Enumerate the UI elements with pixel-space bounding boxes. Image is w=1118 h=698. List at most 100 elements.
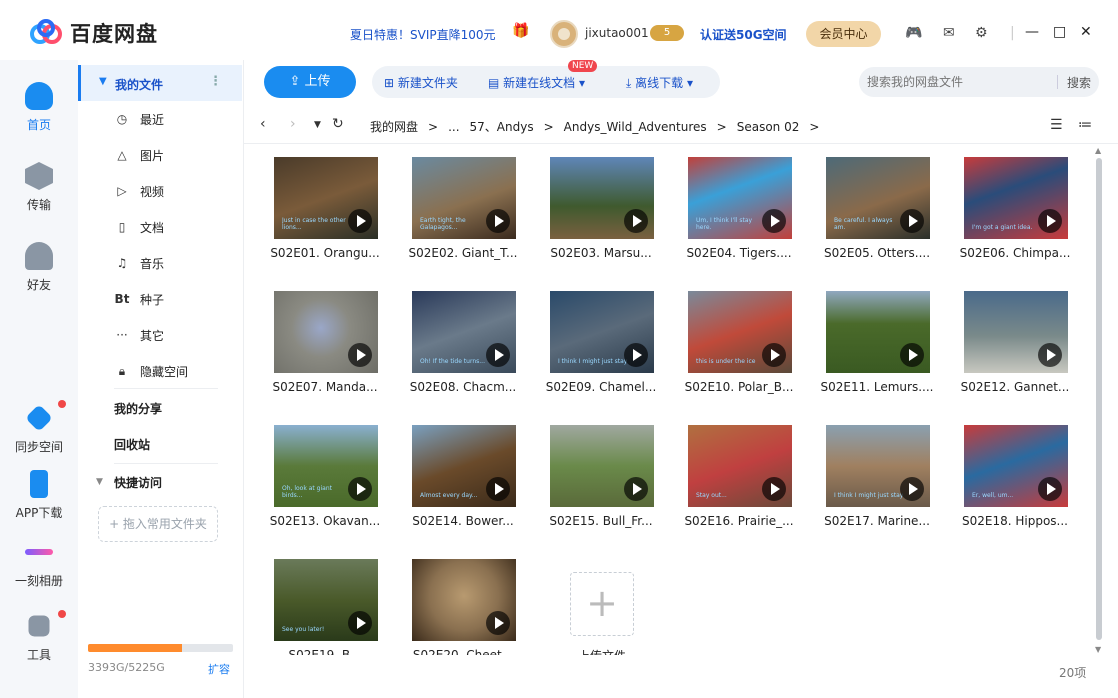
breadcrumb-item[interactable]: 57、Andys bbox=[470, 118, 534, 135]
play-icon[interactable] bbox=[348, 209, 372, 233]
vip-center-button[interactable]: 会员中心 bbox=[806, 21, 881, 47]
new-online-doc-button[interactable]: ▤ 新建在线文档 ▾ bbox=[488, 74, 585, 91]
file-name[interactable]: S02E03. Marsu... bbox=[542, 246, 660, 260]
video-thumbnail[interactable] bbox=[826, 291, 930, 373]
play-icon[interactable] bbox=[1038, 209, 1062, 233]
plus-icon[interactable]: + bbox=[570, 572, 634, 636]
rail-item-home[interactable]: 首页 bbox=[0, 82, 78, 133]
nav-item-recent[interactable]: ◷ 最近 bbox=[114, 109, 234, 129]
rail-item-app-download[interactable]: APP下载 bbox=[0, 470, 78, 521]
video-thumbnail[interactable]: Be careful. I always am. bbox=[826, 157, 930, 239]
nav-recycle-bin[interactable]: 回收站 bbox=[114, 436, 150, 453]
rail-item-friends[interactable]: 好友 bbox=[0, 242, 78, 293]
play-icon[interactable] bbox=[348, 343, 372, 367]
play-icon[interactable] bbox=[486, 477, 510, 501]
play-icon[interactable] bbox=[486, 343, 510, 367]
breadcrumb-item[interactable]: Season 02 bbox=[737, 120, 800, 134]
certify-link[interactable]: 认证送50G空间 bbox=[700, 26, 787, 43]
video-thumbnail[interactable]: See you later! bbox=[274, 559, 378, 641]
play-icon[interactable] bbox=[348, 611, 372, 635]
scrollbar[interactable] bbox=[1096, 158, 1102, 640]
forward-icon[interactable]: › bbox=[290, 116, 296, 132]
video-thumbnail[interactable] bbox=[550, 425, 654, 507]
nav-item-pictures[interactable]: △ 图片 bbox=[114, 145, 234, 165]
rail-item-sync[interactable]: 同步空间 bbox=[0, 400, 78, 455]
nav-item-hidden-space[interactable]: 🔒︎ 隐藏空间 bbox=[114, 361, 234, 381]
maximize-icon[interactable]: □ bbox=[1053, 24, 1066, 40]
video-thumbnail[interactable] bbox=[964, 291, 1068, 373]
settings-icon[interactable]: ⚙ bbox=[975, 24, 988, 42]
video-thumbnail[interactable]: I think I might just stay bbox=[826, 425, 930, 507]
search-button[interactable]: 搜索 bbox=[1067, 74, 1091, 91]
file-name[interactable]: S02E12. Gannet... bbox=[956, 380, 1074, 394]
play-icon[interactable] bbox=[486, 209, 510, 233]
video-thumbnail[interactable]: I'm got a giant idea. bbox=[964, 157, 1068, 239]
file-name[interactable]: S02E01. Orangu... bbox=[266, 246, 384, 260]
file-name[interactable]: S02E16. Prairie_... bbox=[680, 514, 798, 528]
search-input[interactable] bbox=[867, 72, 1047, 92]
file-name[interactable]: S02E02. Giant_T... bbox=[404, 246, 522, 260]
video-thumbnail[interactable]: Er, well, um... bbox=[964, 425, 1068, 507]
file-name[interactable]: S02E15. Bull_Fr... bbox=[542, 514, 660, 528]
video-thumbnail[interactable]: Um, I think I'll stay here. bbox=[688, 157, 792, 239]
rail-item-transfer[interactable]: 传输 bbox=[0, 162, 78, 213]
new-folder-button[interactable]: ⊞ 新建文件夹 bbox=[384, 74, 458, 91]
list-view-icon[interactable]: ≔ bbox=[1078, 117, 1092, 133]
video-thumbnail[interactable]: Oh, look at giant birds... bbox=[274, 425, 378, 507]
play-icon[interactable] bbox=[1038, 343, 1062, 367]
close-icon[interactable]: ✕ bbox=[1080, 24, 1092, 40]
offline-download-button[interactable]: ⤓ 离线下载 ▾ bbox=[626, 74, 693, 91]
video-thumbnail[interactable] bbox=[412, 559, 516, 641]
file-name[interactable]: S02E13. Okavan... bbox=[266, 514, 384, 528]
play-icon[interactable] bbox=[348, 477, 372, 501]
play-icon[interactable] bbox=[900, 343, 924, 367]
file-name[interactable]: S02E06. Chimpa... bbox=[956, 246, 1074, 260]
video-thumbnail[interactable] bbox=[274, 291, 378, 373]
video-thumbnail[interactable]: Earth tight, the Galapagos... bbox=[412, 157, 516, 239]
promo-link[interactable]: 夏日特惠！SVIP直降100元 bbox=[350, 26, 496, 43]
file-name[interactable]: S02E10. Polar_B... bbox=[680, 380, 798, 394]
nav-item-music[interactable]: ♫ 音乐 bbox=[114, 253, 234, 273]
play-icon[interactable] bbox=[900, 477, 924, 501]
play-icon[interactable] bbox=[624, 209, 648, 233]
play-icon[interactable] bbox=[762, 343, 786, 367]
play-icon[interactable] bbox=[762, 209, 786, 233]
nav-item-other[interactable]: ··· 其它 bbox=[114, 325, 234, 345]
play-icon[interactable] bbox=[762, 477, 786, 501]
file-name[interactable]: S02E18. Hippos... bbox=[956, 514, 1074, 528]
mail-icon[interactable]: ✉ bbox=[943, 24, 955, 42]
video-thumbnail[interactable]: Almost every day... bbox=[412, 425, 516, 507]
app-logo[interactable]: 百度网盘 bbox=[28, 18, 158, 48]
file-name[interactable]: S02E19. B... bbox=[266, 648, 384, 655]
play-icon[interactable] bbox=[1038, 477, 1062, 501]
upload-button[interactable]: ⇪ 上传 bbox=[264, 66, 356, 98]
nav-quick-access[interactable]: 快捷访问 bbox=[114, 474, 162, 491]
refresh-icon[interactable]: ↻ bbox=[332, 116, 344, 132]
scroll-down-icon[interactable]: ▼ bbox=[1095, 645, 1101, 654]
breadcrumb-item[interactable]: Andys_Wild_Adventures bbox=[564, 120, 707, 134]
scroll-up-icon[interactable]: ▲ bbox=[1095, 146, 1101, 155]
gift-icon[interactable]: 🎁 bbox=[512, 23, 529, 39]
nav-item-documents[interactable]: ▯ 文档 bbox=[114, 217, 234, 237]
sort-icon[interactable]: ☰ bbox=[1050, 117, 1063, 133]
username[interactable]: jixutao001 bbox=[585, 26, 649, 40]
file-name[interactable]: S02E07. Manda... bbox=[266, 380, 384, 394]
nav-my-files[interactable]: ▼ 我的文件 ⋮ bbox=[78, 65, 242, 101]
nav-my-share[interactable]: 我的分享 bbox=[114, 400, 162, 417]
minimize-icon[interactable]: — bbox=[1025, 24, 1039, 40]
video-thumbnail[interactable]: Oh! If the tide turns... bbox=[412, 291, 516, 373]
breadcrumb-ellipsis[interactable]: ... bbox=[448, 120, 459, 134]
drop-folder-zone[interactable]: + 拖入常用文件夹 bbox=[98, 506, 218, 542]
video-thumbnail[interactable]: I think I might just stay bbox=[550, 291, 654, 373]
rail-item-album[interactable]: 一刻相册 bbox=[0, 538, 78, 589]
rail-item-tools[interactable]: 工具 bbox=[0, 610, 78, 663]
nav-item-torrents[interactable]: Bt 种子 bbox=[114, 289, 234, 309]
history-dropdown-icon[interactable]: ▼ bbox=[314, 120, 321, 130]
avatar[interactable] bbox=[550, 20, 578, 48]
breadcrumb-item[interactable]: 我的网盘 bbox=[370, 118, 418, 135]
video-thumbnail[interactable] bbox=[550, 157, 654, 239]
file-name[interactable]: S02E20. Cheet... bbox=[404, 648, 522, 655]
file-name[interactable]: S02E11. Lemurs.... bbox=[818, 380, 936, 394]
file-name[interactable]: S02E04. Tigers.... bbox=[680, 246, 798, 260]
file-name[interactable]: S02E14. Bower... bbox=[404, 514, 522, 528]
